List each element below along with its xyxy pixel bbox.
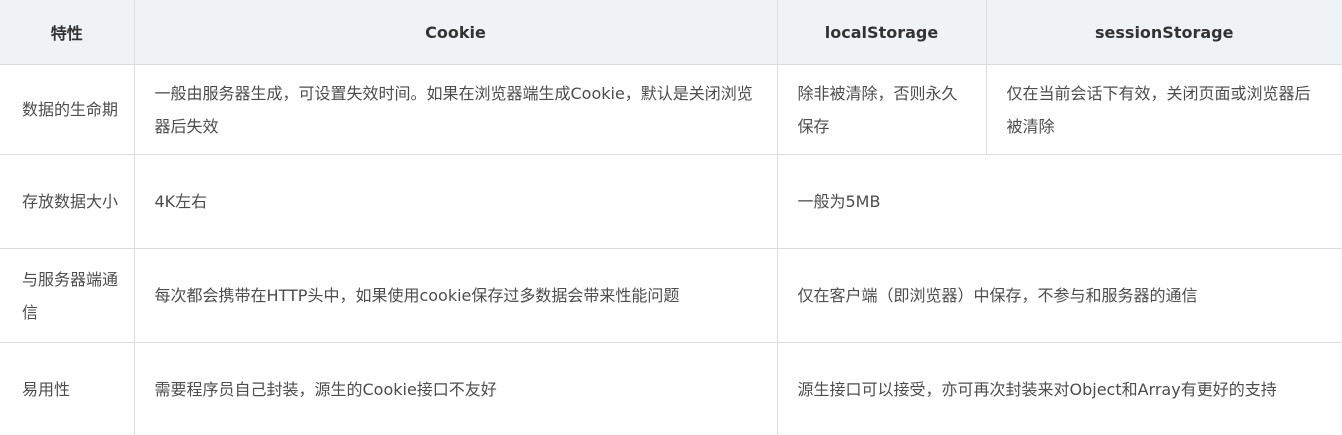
table-row: 易用性 需要程序员自己封装，源生的Cookie接口不友好 源生接口可以接受，亦可… — [0, 343, 1342, 435]
row-feature-cell: 与服务器端通信 — [0, 249, 134, 343]
table-body: 数据的生命期 一般由服务器生成，可设置失效时间。如果在浏览器端生成Cookie，… — [0, 65, 1342, 435]
table-row: 数据的生命期 一般由服务器生成，可设置失效时间。如果在浏览器端生成Cookie，… — [0, 65, 1342, 155]
table-header: 特性 Cookie localStorage sessionStorage — [0, 0, 1342, 65]
table-row: 存放数据大小 4K左右 一般为5MB — [0, 155, 1342, 249]
header-sessionstorage: sessionStorage — [986, 0, 1342, 65]
header-feature: 特性 — [0, 0, 134, 65]
header-row: 特性 Cookie localStorage sessionStorage — [0, 0, 1342, 65]
table-row: 与服务器端通信 每次都会携带在HTTP头中，如果使用cookie保存过多数据会带… — [0, 249, 1342, 343]
storage-comparison-table: 特性 Cookie localStorage sessionStorage 数据… — [0, 0, 1342, 435]
row-feature-cell: 易用性 — [0, 343, 134, 435]
cookie-cell: 4K左右 — [134, 155, 777, 249]
header-localstorage: localStorage — [777, 0, 986, 65]
web-storage-shared-cell: 源生接口可以接受，亦可再次封装来对Object和Array有更好的支持 — [777, 343, 1342, 435]
web-storage-shared-cell: 一般为5MB — [777, 155, 1342, 249]
localstorage-cell: 除非被清除，否则永久保存 — [777, 65, 986, 155]
cookie-cell: 一般由服务器生成，可设置失效时间。如果在浏览器端生成Cookie，默认是关闭浏览… — [134, 65, 777, 155]
row-feature-cell: 存放数据大小 — [0, 155, 134, 249]
sessionstorage-cell: 仅在当前会话下有效，关闭页面或浏览器后被清除 — [986, 65, 1342, 155]
cookie-cell: 每次都会携带在HTTP头中，如果使用cookie保存过多数据会带来性能问题 — [134, 249, 777, 343]
header-cookie: Cookie — [134, 0, 777, 65]
web-storage-shared-cell: 仅在客户端（即浏览器）中保存，不参与和服务器的通信 — [777, 249, 1342, 343]
cookie-cell: 需要程序员自己封装，源生的Cookie接口不友好 — [134, 343, 777, 435]
row-feature-cell: 数据的生命期 — [0, 65, 134, 155]
